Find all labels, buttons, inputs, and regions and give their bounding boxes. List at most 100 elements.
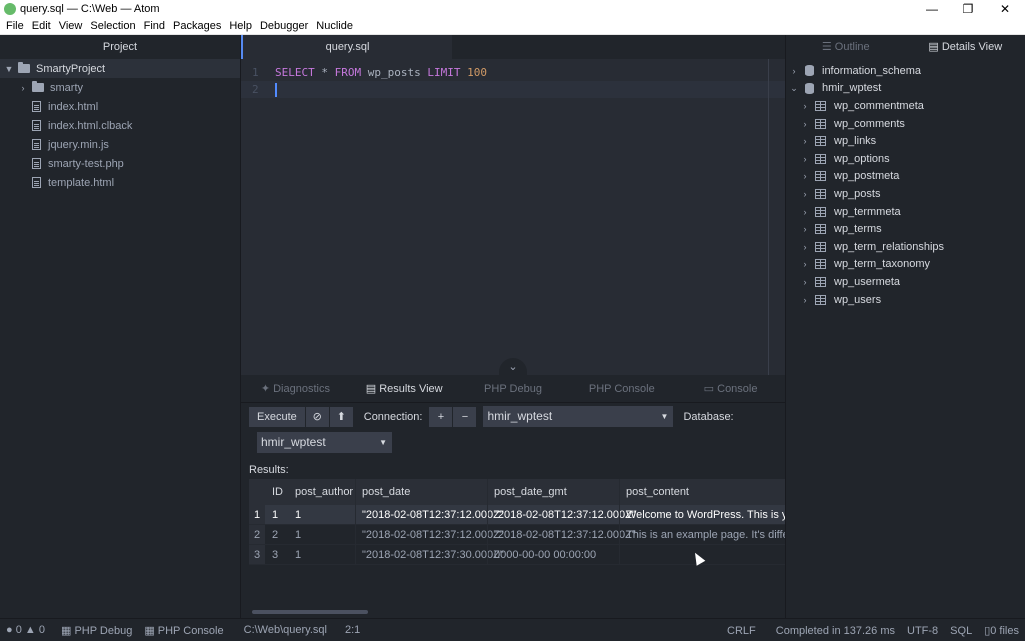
menu-nuclide[interactable]: Nuclide (312, 20, 357, 32)
php-debug-status[interactable]: ▦ PHP Debug (55, 624, 138, 637)
editor-tab-bar: query.sql (241, 35, 785, 59)
horizontal-scrollbar[interactable] (252, 610, 368, 614)
php-console-status[interactable]: ▦ PHP Console (138, 624, 229, 637)
menu-help[interactable]: Help (225, 20, 256, 32)
db-node-information-schema[interactable]: › information_schema (786, 62, 1025, 80)
tab-php-console[interactable]: PHP Console (567, 375, 676, 402)
table-node[interactable]: › wp_termmeta (786, 203, 1025, 221)
table-node[interactable]: › wp_comments (786, 115, 1025, 133)
table-node[interactable]: › wp_term_relationships (786, 238, 1025, 256)
tab-php-debug[interactable]: PHP Debug (459, 375, 568, 402)
table-node[interactable]: › wp_usermeta (786, 273, 1025, 291)
table-node[interactable]: › wp_posts (786, 185, 1025, 203)
console-icon: ▭ (703, 383, 718, 395)
column-header[interactable]: post_date_gmt (487, 479, 619, 505)
add-connection-button[interactable]: + (429, 406, 454, 427)
code-area[interactable]: 1 SELECT * FROM wp_posts LIMIT 100 2 ⌄ (241, 59, 785, 375)
close-button[interactable]: ✕ (987, 0, 1023, 18)
table-node[interactable]: › wp_commentmeta (786, 97, 1025, 115)
table-cell[interactable]: 3 (265, 545, 289, 564)
file-icon (32, 120, 41, 131)
table-node[interactable]: › wp_options (786, 150, 1025, 168)
menu-debugger[interactable]: Debugger (256, 20, 312, 32)
table-cell[interactable]: 1 (265, 505, 289, 524)
table-node[interactable]: › wp_terms (786, 220, 1025, 238)
tab-details-view[interactable]: ▤ Details View (906, 35, 1025, 59)
table-cell[interactable]: 0000-00-00 00:00:00 (487, 545, 619, 564)
cursor-position[interactable]: 2:1 (339, 624, 366, 636)
editor-scrollbar-track[interactable] (768, 59, 769, 375)
table-cell[interactable]: "2018-02-08T12:37:12.000Z" (487, 525, 636, 544)
tab-outline[interactable]: ☰ Outline (786, 35, 906, 59)
line-ending[interactable]: CRLF (721, 625, 762, 637)
minimize-button[interactable]: — (914, 0, 950, 18)
table-cell[interactable]: This is an example page. It's different (619, 525, 785, 544)
tab-console[interactable]: ▭ Console (676, 375, 785, 402)
git-files-status[interactable]: ▯0 files (978, 624, 1025, 637)
encoding[interactable]: UTF-8 (901, 625, 944, 637)
menu-selection[interactable]: Selection (86, 20, 139, 32)
file-path[interactable]: C:\Web\query.sql (238, 624, 333, 636)
table-cell[interactable]: "2018-02-08T12:37:12.000Z" (355, 525, 504, 544)
tree-item-label: template.html (48, 176, 115, 189)
menu-file[interactable]: File (2, 20, 28, 32)
tree-file[interactable]: index.html.clback (0, 116, 240, 135)
diagnostics-status[interactable]: ● 0 ▲ 0 (0, 624, 51, 636)
chevron-right-icon: › (792, 65, 796, 76)
table-node[interactable]: › wp_users (786, 291, 1025, 309)
menu-find[interactable]: Find (140, 20, 169, 32)
stop-icon[interactable]: ⊘ (305, 406, 330, 427)
project-panel: Project ▼ SmartyProject › smarty index.h… (0, 35, 241, 618)
tab-results-view[interactable]: ▤ Results View (349, 375, 459, 402)
tree-folder-smarty[interactable]: › smarty (0, 78, 240, 97)
table-cell[interactable]: "2018-02-08T12:37:12.000Z" (487, 505, 636, 524)
chevron-right-icon: › (803, 224, 807, 235)
table-node[interactable]: › wp_links (786, 132, 1025, 150)
tree-file[interactable]: index.html (0, 97, 240, 116)
dock-toggle-button[interactable]: ⌄ (499, 358, 527, 375)
table-row[interactable]: 1 1 1 "2018-02-08T12:37:12.000Z" "2018-0… (249, 505, 785, 525)
column-header[interactable]: post_content (619, 479, 785, 505)
tree-item-label: jquery.min.js (48, 138, 109, 151)
tab-label: Outline (834, 41, 870, 53)
table-cell[interactable]: 1 (289, 545, 355, 564)
column-header[interactable]: post_date (355, 479, 487, 505)
sql-number: 100 (467, 66, 487, 79)
column-header[interactable]: post_author (289, 479, 355, 505)
db-node-hmir-wptest[interactable]: ⌄ hmir_wptest (786, 80, 1025, 98)
tree-file[interactable]: smarty-test.php (0, 154, 240, 173)
grammar[interactable]: SQL (944, 625, 978, 637)
menu-edit[interactable]: Edit (28, 20, 55, 32)
table-label: wp_options (834, 152, 890, 165)
column-header[interactable]: ID (265, 479, 289, 505)
tab-query-sql[interactable]: query.sql (241, 35, 452, 59)
table-cell[interactable]: Welcome to WordPress. This is your fi (619, 505, 785, 524)
connection-select-value: hmir_wptest (487, 409, 553, 423)
tree-file[interactable]: jquery.min.js (0, 135, 240, 154)
table-cell[interactable]: 1 (289, 505, 355, 524)
tree-root-folder[interactable]: ▼ SmartyProject (0, 59, 240, 78)
execute-button[interactable]: Execute (249, 406, 306, 427)
folder-icon (32, 81, 44, 92)
table-row[interactable]: 3 3 1 "2018-02-08T12:37:30.000Z" 0000-00… (249, 545, 785, 565)
table-cell[interactable]: "2018-02-08T12:37:30.000Z" (355, 545, 504, 564)
table-node[interactable]: › wp_term_taxonomy (786, 256, 1025, 274)
menu-packages[interactable]: Packages (169, 20, 225, 32)
file-icon (32, 158, 41, 169)
table-label: wp_posts (834, 187, 881, 200)
table-icon (815, 224, 826, 235)
connection-select[interactable]: hmir_wptest ▼ (483, 406, 674, 427)
table-node[interactable]: › wp_postmeta (786, 168, 1025, 186)
tab-diagnostics[interactable]: ✦ Diagnostics (241, 375, 350, 402)
status-bar: ● 0 ▲ 0 ▦ PHP Debug ▦ PHP Console C:\Web… (0, 618, 1025, 641)
tree-file[interactable]: template.html (0, 173, 240, 192)
arrow-up-icon[interactable]: ⬆ (329, 406, 354, 427)
restore-button[interactable]: ❐ (950, 0, 986, 18)
remove-connection-button[interactable]: − (453, 406, 478, 427)
database-select[interactable]: hmir_wptest ▼ (257, 432, 392, 453)
table-cell[interactable]: "2018-02-08T12:37:12.000Z" (355, 505, 504, 524)
table-cell[interactable]: 1 (289, 525, 355, 544)
menu-view[interactable]: View (55, 20, 87, 32)
table-row[interactable]: 2 2 1 "2018-02-08T12:37:12.000Z" "2018-0… (249, 525, 785, 545)
table-cell[interactable]: 2 (265, 525, 289, 544)
